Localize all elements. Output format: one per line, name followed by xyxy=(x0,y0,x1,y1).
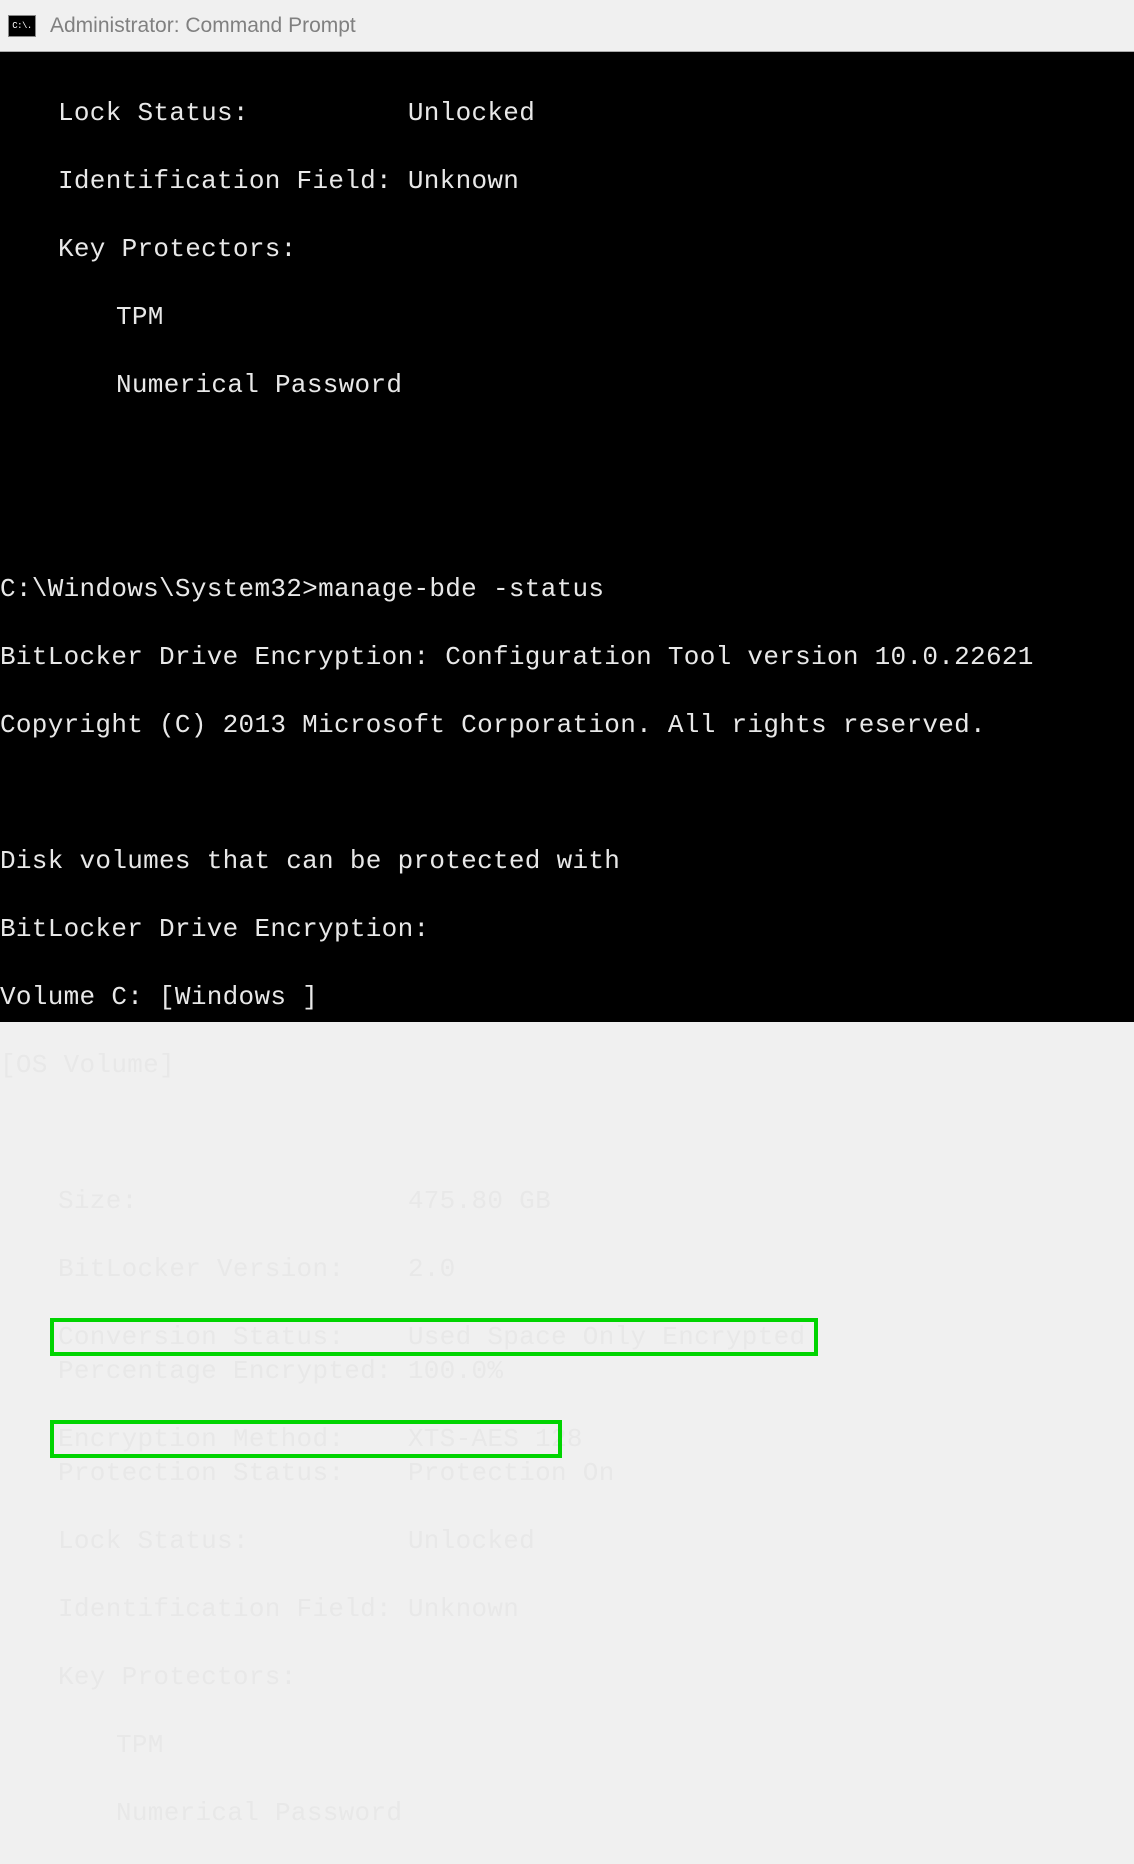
cmd-icon: C:\. xyxy=(8,15,36,37)
conversion-status-label: Conversion Status: xyxy=(58,1322,408,1352)
section-heading-1: Disk volumes that can be protected with xyxy=(0,846,620,876)
lock-status2-label: Lock Status: xyxy=(58,1526,408,1556)
encryption-method-value: XTS-AES 128 xyxy=(408,1424,583,1454)
encryption-method-row: Encryption Method: XTS-AES 128 xyxy=(0,1422,583,1456)
key-protector2-tpm: TPM xyxy=(116,1730,164,1760)
id-field-label: Identification Field: xyxy=(58,166,392,196)
size-value: 475.80 GB xyxy=(408,1186,551,1216)
encryption-method-label: Encryption Method: xyxy=(58,1424,408,1454)
percentage-encrypted-value: 100.0% xyxy=(408,1356,503,1386)
bitlocker-version-value: 2.0 xyxy=(408,1254,456,1284)
lock-status-value: Unlocked xyxy=(408,98,535,128)
tool-version-line: BitLocker Drive Encryption: Configuratio… xyxy=(0,642,1034,672)
key-protectors-label: Key Protectors: xyxy=(58,234,297,264)
copyright-line: Copyright (C) 2013 Microsoft Corporation… xyxy=(0,710,986,740)
lock-status-label: Lock Status: xyxy=(58,98,249,128)
percentage-encrypted-label: Percentage Encrypted: xyxy=(58,1356,408,1386)
protection-status-label: Protection Status: xyxy=(58,1458,408,1488)
key-protector-tpm: TPM xyxy=(116,302,164,332)
prompt-path: C:\Windows\System32> xyxy=(0,574,318,604)
volume-type: [OS Volume] xyxy=(0,1050,175,1080)
terminal-output[interactable]: Lock Status: Unlocked Identification Fie… xyxy=(0,52,1134,1022)
protection-status-value: Protection On xyxy=(408,1458,615,1488)
size-label: Size: xyxy=(58,1186,408,1216)
key-protector-numpass: Numerical Password xyxy=(116,370,402,400)
bitlocker-version-label: BitLocker Version: xyxy=(58,1254,408,1284)
volume-line: Volume C: [Windows ] xyxy=(0,982,318,1012)
key-protectors2-label: Key Protectors: xyxy=(58,1662,297,1692)
conversion-status-row: Conversion Status: Used Space Only Encry… xyxy=(0,1320,805,1354)
prompt-command: manage-bde -status xyxy=(318,574,604,604)
lock-status2-value: Unlocked xyxy=(408,1526,535,1556)
id-field-value: Unknown xyxy=(408,166,519,196)
window-title: Administrator: Command Prompt xyxy=(50,14,356,38)
conversion-status-value: Used Space Only Encrypted xyxy=(408,1322,806,1352)
id-field2-value: Unknown xyxy=(408,1594,519,1624)
id-field2-label: Identification Field: xyxy=(58,1594,408,1624)
window-titlebar: C:\. Administrator: Command Prompt xyxy=(0,0,1134,52)
section-heading-2: BitLocker Drive Encryption: xyxy=(0,914,429,944)
key-protector2-numpass: Numerical Password xyxy=(116,1798,402,1828)
